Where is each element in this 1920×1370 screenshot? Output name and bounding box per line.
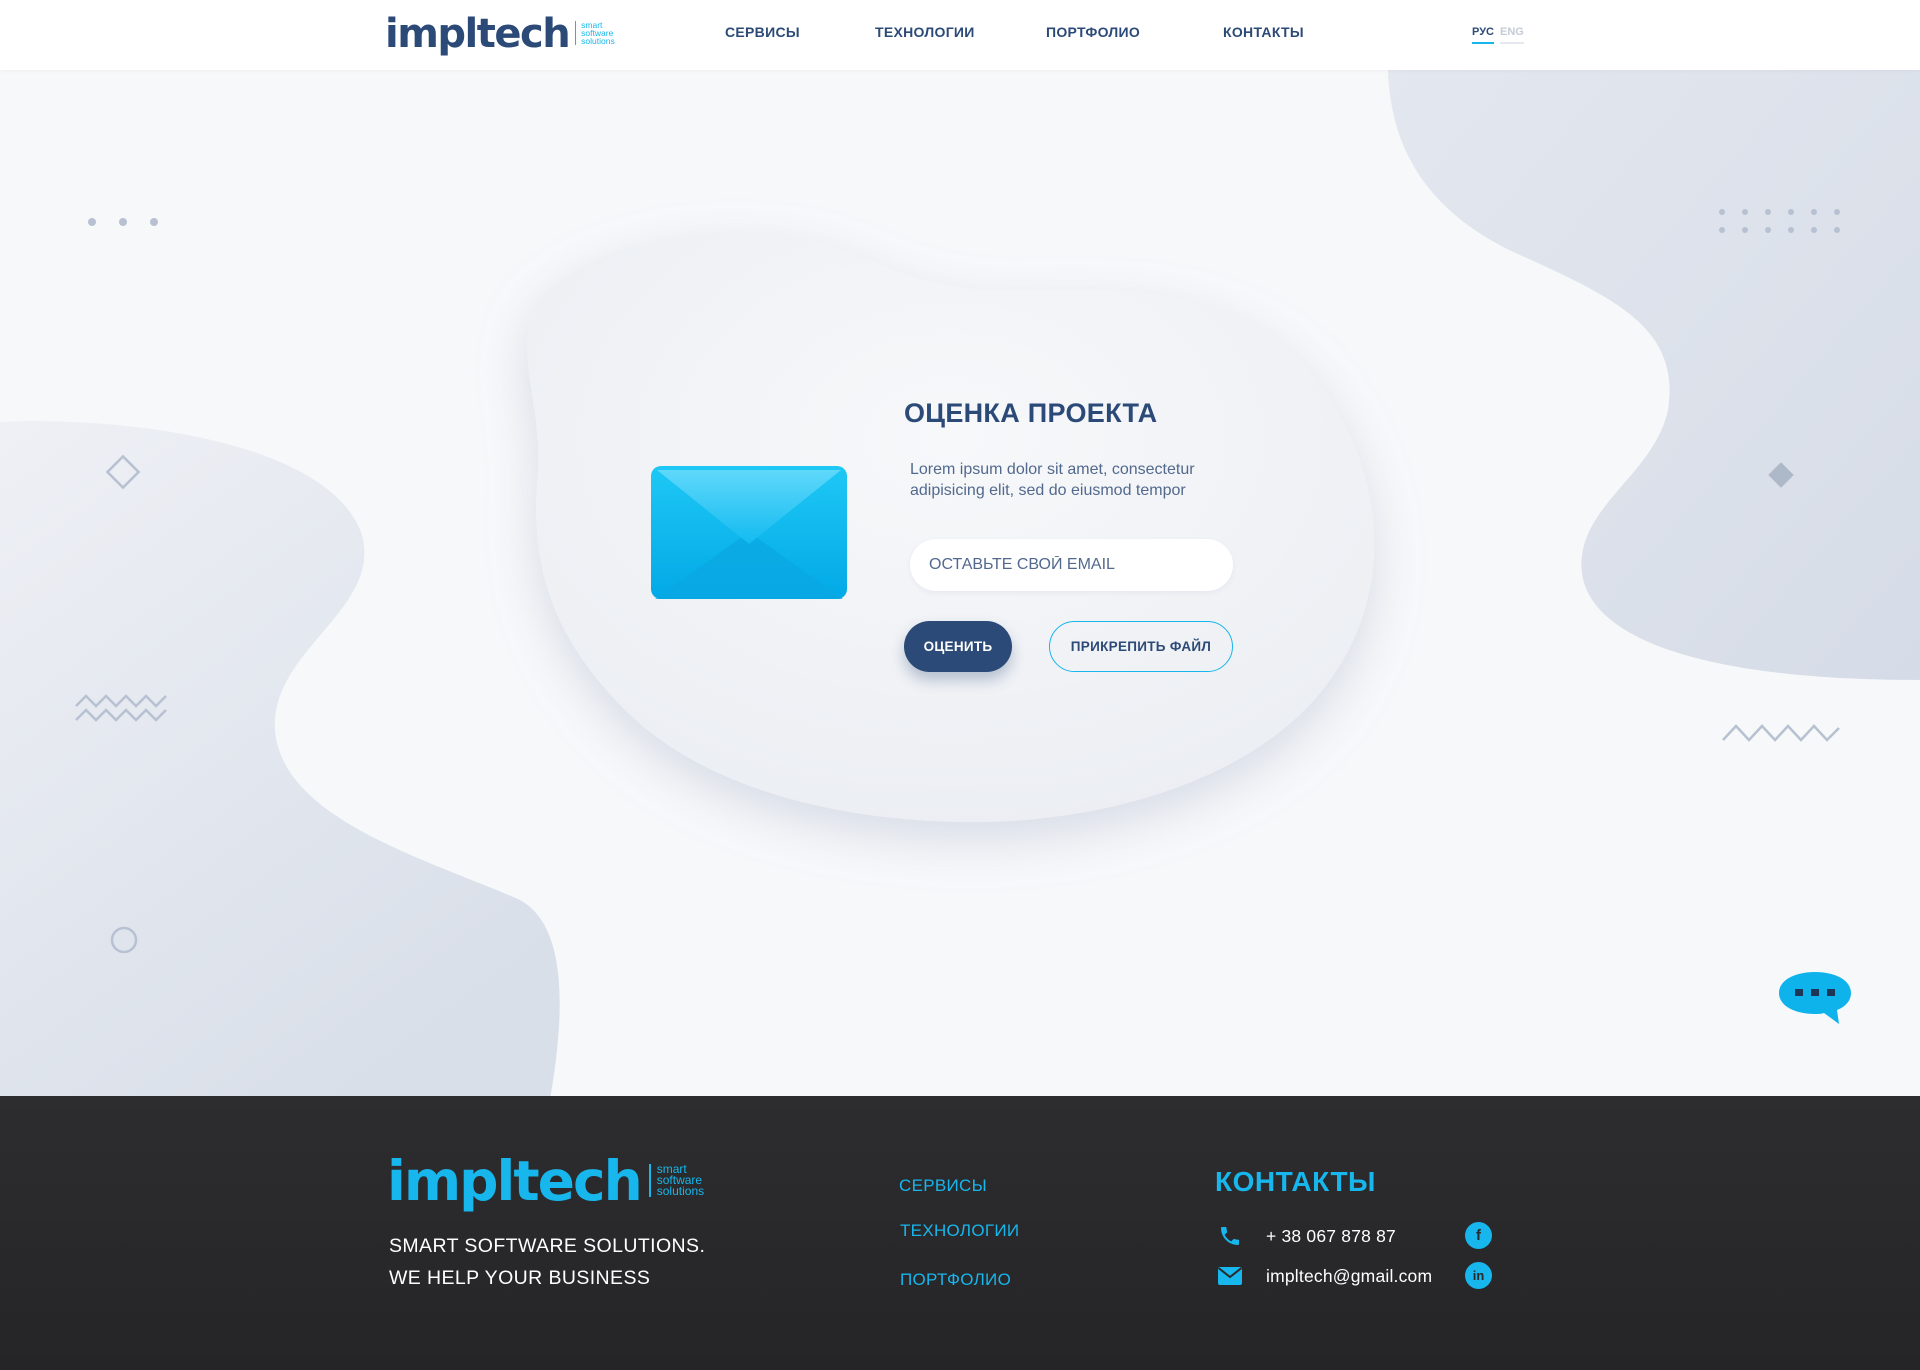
zigzag-decoration-left [75,694,167,722]
right-blob [1388,70,1920,680]
dot-grid-decoration [1719,209,1840,233]
circle-outline-decoration [110,926,138,954]
header-logo[interactable]: impltech smart software solutions [385,12,615,56]
nav-item-technologies[interactable]: ТЕХНОЛОГИИ [875,24,975,40]
zigzag-decoration-right [1722,724,1840,742]
footer-contacts-title: КОНТАКТЫ [1215,1166,1376,1197]
diamond-filled-decoration [1768,462,1794,488]
language-switcher: РУС ENG [1472,26,1524,44]
footer-slogan: SMART SOFTWARE SOLUTIONS. WE HELP YOUR B… [389,1235,706,1289]
page-title: ОЦЕНКА ПРОЕКТА [904,398,1158,428]
footer-nav-services[interactable]: СЕРВИСЫ [899,1176,987,1196]
dots-decoration-left [88,218,158,226]
lang-en[interactable]: ENG [1499,26,1524,44]
envelope-icon [651,466,847,599]
site-header: impltech smart software solutions СЕРВИС… [0,0,1920,70]
mail-icon [1217,1263,1243,1289]
nav-item-services[interactable]: СЕРВИСЫ [725,24,800,40]
footer-logo-tagline: smart software solutions [648,1163,704,1197]
logo-tagline: smart software solutions [575,21,615,45]
phone-icon [1217,1223,1243,1249]
footer-nav-technologies[interactable]: ТЕХНОЛОГИИ [900,1221,1019,1241]
chat-bubble-icon[interactable] [1776,968,1854,1028]
footer-logo-wordmark: impltech [387,1149,643,1213]
logo-wordmark: impltech [385,11,571,57]
nav-item-contacts[interactable]: КОНТАКТЫ [1223,24,1304,40]
facebook-icon[interactable]: f [1465,1222,1492,1249]
contact-phone[interactable]: + 38 067 878 87 [1266,1226,1396,1247]
footer-nav-portfolio[interactable]: ПОРТФОЛИО [900,1270,1011,1290]
left-blob [0,421,560,1100]
contact-phone-row: + 38 067 878 87 [1217,1223,1396,1249]
contact-email[interactable]: impltech@gmail.com [1266,1266,1432,1287]
nav-item-portfolio[interactable]: ПОРТФОЛИО [1046,24,1140,40]
email-input[interactable] [910,539,1233,591]
description-text: Lorem ipsum dolor sit amet, consectetur … [910,461,1195,499]
site-footer: impltech smart software solutions SMART … [0,1096,1920,1370]
contact-email-row: impltech@gmail.com [1217,1263,1432,1289]
rate-button[interactable]: ОЦЕНИТЬ [904,621,1012,672]
attach-file-button[interactable]: ПРИКРЕПИТЬ ФАЙЛ [1049,621,1233,672]
linkedin-icon[interactable]: in [1465,1262,1492,1289]
footer-logo[interactable]: impltech smart software solutions [387,1151,704,1211]
lang-ru[interactable]: РУС [1472,26,1494,44]
diamond-outline-decoration [105,454,141,490]
